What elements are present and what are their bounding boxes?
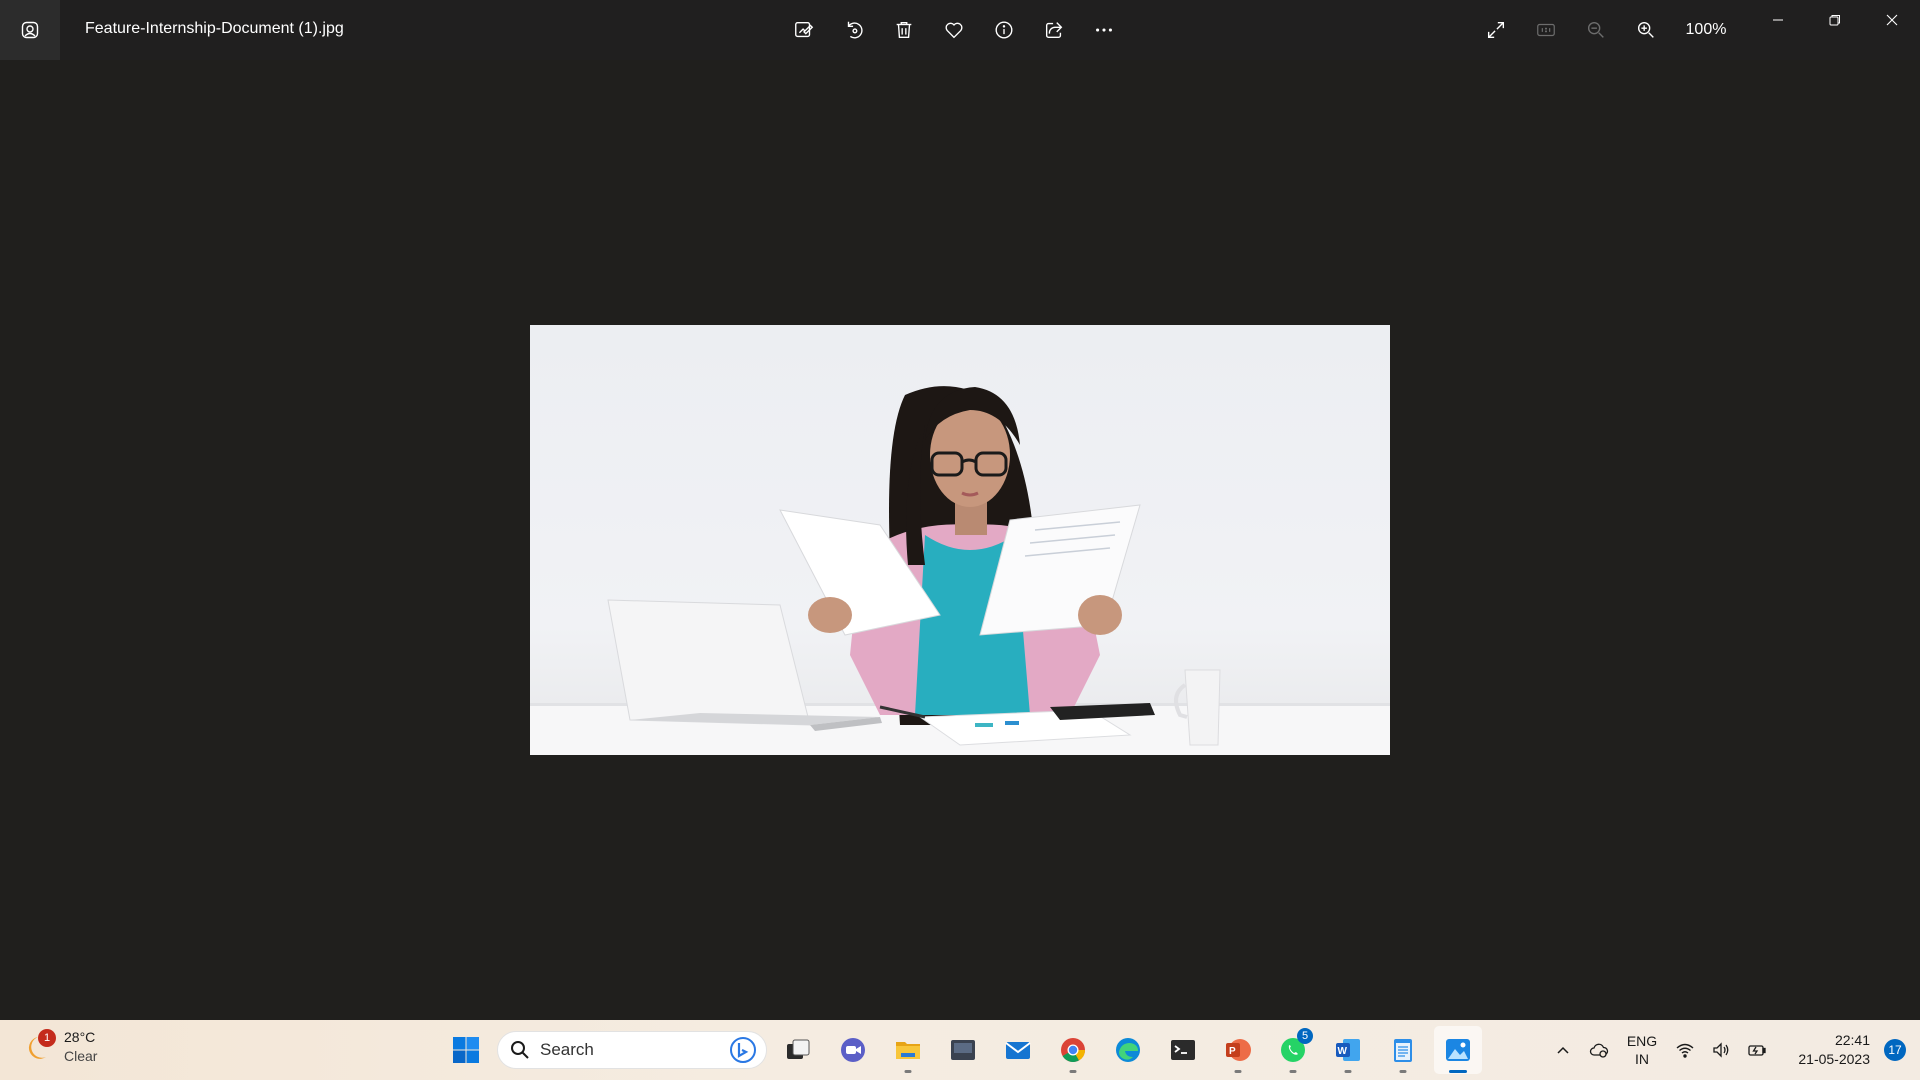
terminal-icon xyxy=(1171,1040,1195,1060)
actual-size-button[interactable] xyxy=(1526,10,1566,50)
task-view-button[interactable] xyxy=(774,1026,822,1074)
taskbar: 1 28°C Clear Search P 5 W ENG IN 22:41 2… xyxy=(0,1020,1920,1080)
svg-text:W: W xyxy=(1338,1046,1348,1057)
chrome-button[interactable] xyxy=(1049,1026,1097,1074)
edit-image-icon xyxy=(795,21,814,38)
clock-time: 22:41 xyxy=(1834,1032,1870,1048)
notification-count-badge[interactable]: 17 xyxy=(1884,1039,1906,1061)
bing-icon[interactable] xyxy=(730,1037,756,1063)
region-code: IN xyxy=(1635,1051,1649,1067)
photos-app-icon[interactable] xyxy=(0,0,60,60)
title-bar: Feature-Internship-Document (1).jpg 100% xyxy=(0,0,1920,60)
input-language[interactable]: ENG IN xyxy=(1620,1032,1664,1068)
powerpoint-icon: P xyxy=(1226,1039,1251,1061)
folder-icon xyxy=(896,1042,920,1059)
mail-button[interactable] xyxy=(994,1026,1042,1074)
word-icon: W xyxy=(1336,1039,1360,1061)
moon-icon: 1 xyxy=(24,1029,56,1063)
more-options-button[interactable] xyxy=(1084,10,1124,50)
weather-condition: Clear xyxy=(64,1048,98,1064)
battery-charging-icon xyxy=(1748,1045,1766,1056)
trash-icon xyxy=(896,21,912,39)
whatsapp-button[interactable]: 5 xyxy=(1269,1026,1317,1074)
notepad-button[interactable] xyxy=(1379,1026,1427,1074)
weather-widget[interactable]: 1 28°C Clear xyxy=(24,1028,97,1066)
rotate-button[interactable] xyxy=(834,10,874,50)
teams-chat-icon xyxy=(841,1038,865,1062)
minimize-button[interactable] xyxy=(1749,0,1806,40)
view-controls: 100% xyxy=(1476,10,1736,50)
wifi-icon xyxy=(1676,1043,1694,1058)
weather-alert-badge: 1 xyxy=(38,1029,56,1047)
share-button[interactable] xyxy=(1034,10,1074,50)
powerpoint-button[interactable]: P xyxy=(1214,1026,1262,1074)
heart-icon xyxy=(945,22,963,39)
expand-icon xyxy=(1487,21,1505,39)
zoom-out-button[interactable] xyxy=(1576,10,1616,50)
show-hidden-icons-button[interactable] xyxy=(1548,1035,1578,1065)
speaker-icon xyxy=(1713,1042,1729,1058)
clock-date: 21-05-2023 xyxy=(1798,1051,1870,1067)
windows-logo-icon xyxy=(453,1037,479,1063)
file-explorer-button[interactable] xyxy=(884,1026,932,1074)
info-icon xyxy=(995,21,1013,39)
cloud-sync-icon xyxy=(1589,1043,1609,1058)
edit-image-button[interactable] xyxy=(784,10,824,50)
taskbar-search[interactable]: Search xyxy=(497,1031,767,1069)
minimize-icon xyxy=(1772,19,1783,21)
whatsapp-unread-badge: 5 xyxy=(1297,1028,1313,1044)
edge-icon xyxy=(1116,1038,1140,1062)
window-controls xyxy=(1749,0,1920,40)
delete-button[interactable] xyxy=(884,10,924,50)
zoom-level[interactable]: 100% xyxy=(1676,21,1736,39)
terminal-button[interactable] xyxy=(1159,1026,1207,1074)
photo-illustration xyxy=(530,386,1390,755)
language-code: ENG xyxy=(1626,1033,1658,1049)
start-button[interactable] xyxy=(442,1026,490,1074)
onedrive-button[interactable] xyxy=(1584,1035,1614,1065)
clock[interactable]: 22:41 21-05-2023 xyxy=(1788,1031,1870,1069)
volume-button[interactable] xyxy=(1706,1035,1736,1065)
zoom-out-icon xyxy=(1587,21,1604,38)
system-tray: ENG IN 22:41 21-05-2023 17 xyxy=(1548,1026,1906,1074)
word-button[interactable]: W xyxy=(1324,1026,1372,1074)
restore-icon xyxy=(1829,15,1840,26)
edge-button[interactable] xyxy=(1104,1026,1152,1074)
close-icon xyxy=(1886,14,1897,26)
zoom-in-icon xyxy=(1637,21,1654,38)
full-screen-button[interactable] xyxy=(1476,10,1516,50)
chrome-icon xyxy=(1061,1038,1085,1063)
close-button[interactable] xyxy=(1863,0,1920,40)
image-toolbar xyxy=(784,10,1124,50)
file-info-button[interactable] xyxy=(984,10,1024,50)
more-icon xyxy=(1096,28,1112,32)
chevron-up-icon xyxy=(1557,1046,1569,1054)
svg-text:P: P xyxy=(1229,1046,1236,1057)
search-icon xyxy=(511,1041,529,1059)
actual-size-icon xyxy=(1537,23,1555,37)
displayed-photo[interactable] xyxy=(530,325,1390,755)
photos-icon xyxy=(1446,1039,1470,1061)
file-title: Feature-Internship-Document (1).jpg xyxy=(85,20,344,37)
wifi-button[interactable] xyxy=(1670,1035,1700,1065)
rotate-icon xyxy=(847,21,863,39)
share-icon xyxy=(1045,22,1063,39)
mail-icon xyxy=(1005,1042,1031,1059)
weather-temperature: 28°C xyxy=(64,1029,96,1045)
teams-chat-button[interactable] xyxy=(829,1026,877,1074)
media-app-icon xyxy=(951,1040,975,1060)
restore-button[interactable] xyxy=(1806,0,1863,40)
media-app-button[interactable] xyxy=(939,1026,987,1074)
search-placeholder: Search xyxy=(540,1040,594,1059)
favorite-button[interactable] xyxy=(934,10,974,50)
notepad-icon xyxy=(1394,1039,1412,1062)
zoom-in-button[interactable] xyxy=(1626,10,1666,50)
battery-button[interactable] xyxy=(1742,1035,1772,1065)
photos-button[interactable] xyxy=(1434,1026,1482,1074)
task-view-icon xyxy=(787,1039,810,1059)
taskbar-apps: Search P 5 W xyxy=(442,1026,1482,1074)
